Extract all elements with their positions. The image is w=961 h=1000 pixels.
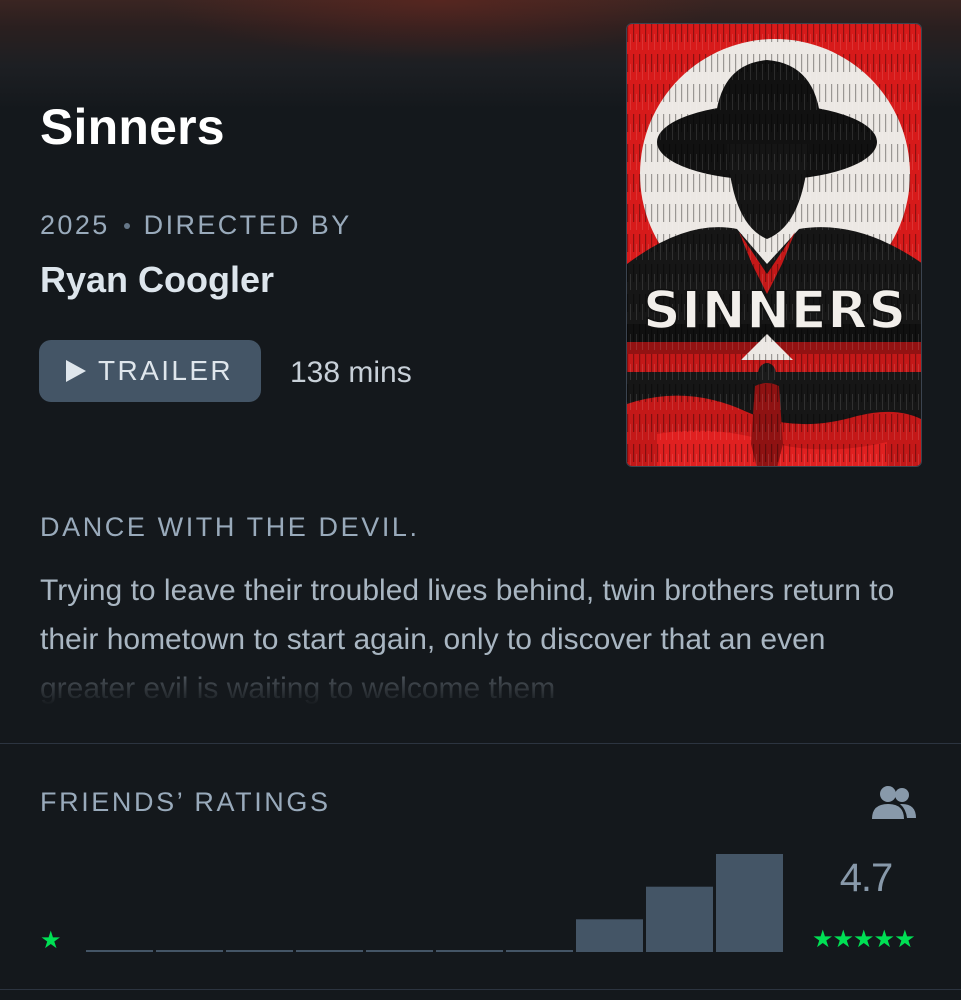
synopsis[interactable]: Trying to leave their troubled lives beh… — [40, 566, 920, 706]
min-rating-star: ★ — [40, 927, 62, 954]
histogram-bar-4[interactable] — [576, 919, 643, 952]
histogram-bar-2.5[interactable] — [366, 950, 433, 952]
histogram-bar-2[interactable] — [296, 950, 363, 952]
friends-ratings-heading[interactable]: FRIENDS’ RATINGS — [40, 787, 331, 818]
average-rating[interactable]: 4.7 — [826, 856, 906, 901]
friends-icon[interactable] — [870, 783, 918, 821]
film-title: Sinners — [40, 99, 225, 155]
tagline: DANCE WITH THE DEVIL. — [40, 512, 420, 542]
section-divider — [0, 743, 961, 744]
trailer-button[interactable]: TRAILER — [39, 340, 261, 402]
ratings-histogram[interactable] — [86, 840, 786, 952]
histogram-bar-0.5[interactable] — [86, 950, 153, 952]
poster-title-text: SINNERS — [643, 281, 907, 341]
histogram-bar-3.5[interactable] — [506, 950, 573, 952]
play-icon — [66, 360, 86, 382]
runtime: 138 mins — [290, 356, 412, 389]
film-meta: 2025 DIRECTED BY — [40, 210, 352, 241]
release-year[interactable]: 2025 — [40, 210, 110, 241]
max-rating-stars: ★★★★★ — [812, 926, 916, 953]
histogram-bar-4.5[interactable] — [646, 886, 713, 952]
histogram-bar-1.5[interactable] — [226, 950, 293, 952]
histogram-bar-5[interactable] — [716, 854, 783, 952]
separator-dot — [123, 222, 130, 229]
poster[interactable]: SINNERS — [626, 23, 922, 467]
histogram-bar-1[interactable] — [156, 950, 223, 952]
directed-by-label: DIRECTED BY — [143, 210, 352, 240]
histogram-bar-3[interactable] — [436, 950, 503, 952]
section-divider-bottom — [0, 989, 961, 990]
poster-artwork: SINNERS — [627, 24, 921, 466]
director-name[interactable]: Ryan Coogler — [40, 259, 274, 301]
trailer-label: TRAILER — [98, 355, 234, 386]
